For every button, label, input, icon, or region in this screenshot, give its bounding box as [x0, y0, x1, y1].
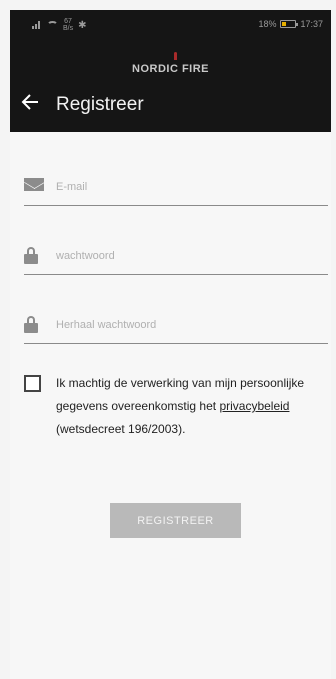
network-speed-unit: B/s: [63, 25, 74, 32]
back-button[interactable]: [20, 92, 44, 116]
status-bar: 67 B/s ✱ 18% 17:37: [10, 10, 331, 36]
bluetooth-icon: ✱: [78, 19, 87, 31]
app-header: 67 B/s ✱ 18% 17:37 NORDIC FIRE Registree…: [10, 10, 331, 132]
password-repeat-field: [24, 308, 328, 344]
wifi-icon: [47, 21, 58, 29]
logo-flame-icon: [174, 52, 177, 60]
status-time: 17:37: [300, 19, 323, 29]
network-speed: 67 B/s: [63, 18, 73, 32]
battery-percent: 18%: [258, 19, 277, 29]
email-field: [24, 170, 328, 206]
page-title: Registreer: [56, 94, 144, 115]
privacy-policy-link[interactable]: privacybeleid: [219, 399, 289, 413]
brand-logo: NORDIC FIRE: [132, 63, 209, 75]
signal-icon: [32, 21, 42, 29]
consent-text-after: (wetsdecreet 196/2003).: [56, 422, 186, 436]
lock-icon: [24, 247, 44, 264]
email-input[interactable]: [56, 178, 316, 196]
status-left: 67 B/s ✱: [32, 18, 87, 32]
battery-icon: [280, 20, 299, 28]
lock-icon: [24, 316, 44, 333]
password-input[interactable]: [56, 247, 316, 265]
password-field: [24, 239, 328, 275]
status-right: 18% 17:37: [258, 19, 323, 29]
network-speed-value: 67: [64, 18, 72, 25]
password-repeat-input[interactable]: [56, 316, 316, 334]
arrow-left-icon: [21, 94, 38, 110]
consent-checkbox[interactable]: [24, 375, 41, 392]
register-button[interactable]: REGISTREER: [110, 503, 241, 538]
consent-text: Ik machtig de verwerking van mijn persoo…: [56, 372, 326, 441]
mail-icon: [24, 178, 44, 194]
app-screen: 67 B/s ✱ 18% 17:37 NORDIC FIRE Registree…: [10, 10, 331, 679]
